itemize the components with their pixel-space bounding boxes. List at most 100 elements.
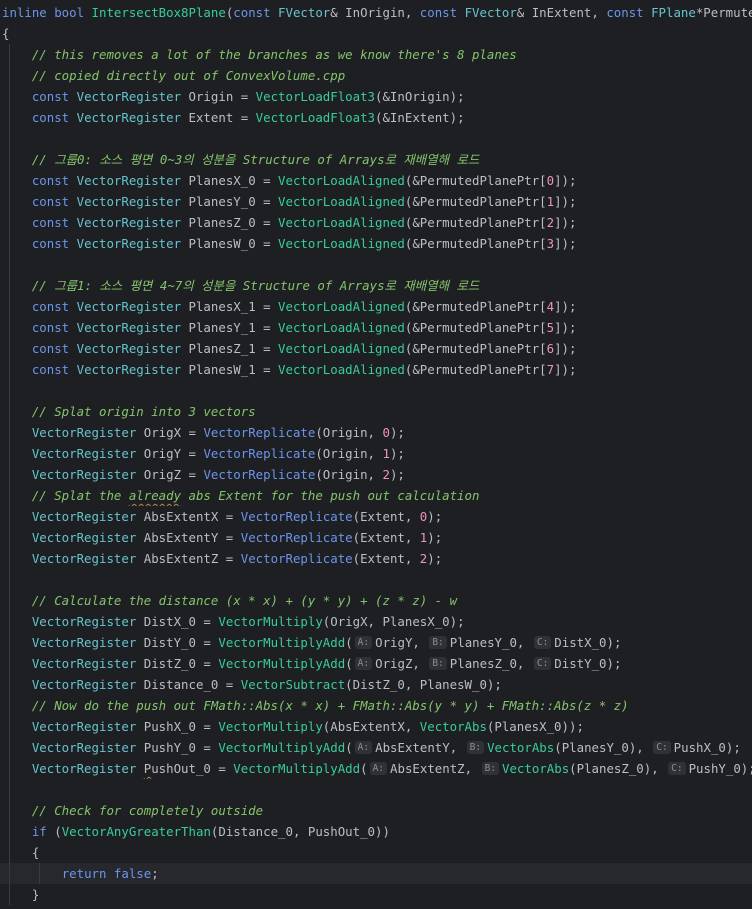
code-line[interactable]: const VectorRegister Origin = VectorLoad… (0, 86, 752, 107)
code-line[interactable] (0, 128, 752, 149)
code-token: VectorRegister (31, 740, 144, 755)
code-line-content: VectorRegister DistZ_0 = VectorMultiplyA… (2, 653, 622, 674)
code-token: (Origin, (315, 425, 383, 440)
code-line[interactable]: const VectorRegister PlanesX_1 = VectorL… (0, 296, 752, 317)
code-line[interactable]: VectorRegister DistX_0 = VectorMultiply(… (0, 611, 752, 632)
code-token: VectorRegister (76, 299, 189, 314)
code-token: ]); (554, 362, 577, 377)
code-line[interactable]: const VectorRegister PlanesW_0 = VectorL… (0, 233, 752, 254)
code-line[interactable]: VectorRegister PushY_0 = VectorMultiplyA… (0, 737, 752, 758)
code-line[interactable]: VectorRegister OrigZ = VectorReplicate(O… (0, 464, 752, 485)
code-token: & InExtent, (516, 5, 607, 20)
code-token: & InOrigin, (330, 5, 420, 20)
indent-guide (9, 821, 10, 842)
code-line[interactable]: const VectorRegister PlanesY_0 = VectorL… (0, 191, 752, 212)
code-token: (DistZ_0, PlanesW_0); (345, 677, 502, 692)
code-token: VectorMultiply (218, 614, 323, 629)
code-line[interactable]: VectorRegister PushX_0 = VectorMultiply(… (0, 716, 752, 737)
code-token: VectorMultiplyAdd (233, 761, 361, 776)
code-line[interactable]: } (0, 884, 752, 905)
code-token: (AbsExtentX, (322, 719, 420, 734)
code-token: VectorRegister (31, 425, 144, 440)
code-line[interactable]: VectorRegister OrigY = VectorReplicate(O… (0, 443, 752, 464)
code-token: VectorLoadAligned (278, 236, 405, 251)
code-line[interactable]: VectorRegister DistY_0 = VectorMultiplyA… (0, 632, 752, 653)
indent-guide (9, 296, 10, 317)
code-token: // 그룹0: 소스 평면 0~3의 성분을 Structure of Arra… (31, 152, 480, 167)
spelling-warning: already (128, 488, 182, 503)
indent-guide (9, 44, 10, 65)
code-line[interactable]: const VectorRegister PlanesW_1 = VectorL… (0, 359, 752, 380)
code-token: abs Extent for the push out calculation (181, 488, 480, 503)
code-line[interactable]: // this removes a lot of the branches as… (0, 44, 752, 65)
code-line[interactable]: VectorRegister Distance_0 = VectorSubtra… (0, 674, 752, 695)
code-line[interactable]: VectorRegister PushOut_0 = VectorMultipl… (0, 758, 752, 779)
code-token: FVector (464, 5, 517, 20)
indent-guide (9, 401, 10, 422)
code-line[interactable]: // Splat the already abs Extent for the … (0, 485, 752, 506)
code-token: const (31, 173, 77, 188)
code-line[interactable]: // copied directly out of ConvexVolume.c… (0, 65, 752, 86)
code-line[interactable]: // 그룹0: 소스 평면 0~3의 성분을 Structure of Arra… (0, 149, 752, 170)
indent-guide (9, 359, 10, 380)
code-line[interactable] (0, 254, 752, 275)
code-line[interactable]: return false; (0, 863, 752, 884)
code-line-content: // this removes a lot of the branches as… (2, 44, 517, 65)
code-token: Distance_0 = (143, 677, 241, 692)
code-line[interactable]: VectorRegister AbsExtentX = VectorReplic… (0, 506, 752, 527)
code-line[interactable]: VectorRegister OrigX = VectorReplicate(O… (0, 422, 752, 443)
code-token: AbsExtentX = (143, 509, 241, 524)
code-line[interactable]: // Check for completely outside (0, 800, 752, 821)
code-line[interactable]: const VectorRegister Extent = VectorLoad… (0, 107, 752, 128)
indent-guide (9, 527, 10, 548)
parameter-hint: C: (533, 636, 552, 649)
code-token: ; (151, 866, 159, 881)
code-line[interactable]: // Now do the push out FMath::Abs(x * x)… (0, 695, 752, 716)
code-line-content: const VectorRegister PlanesZ_0 = VectorL… (2, 212, 577, 233)
code-token: VectorRegister (31, 509, 144, 524)
code-line[interactable] (0, 380, 752, 401)
code-token: PlanesZ_0 = (188, 215, 279, 230)
code-token: ( (345, 656, 353, 671)
code-line[interactable]: // 그룹1: 소스 평면 4~7의 성분을 Structure of Arra… (0, 275, 752, 296)
code-line[interactable]: VectorRegister AbsExtentZ = VectorReplic… (0, 548, 752, 569)
code-line[interactable]: const VectorRegister PlanesX_0 = VectorL… (0, 170, 752, 191)
code-editor[interactable]: inline bool IntersectBox8Plane (const FVe… (0, 0, 752, 909)
code-line[interactable]: const VectorRegister PlanesY_1 = VectorL… (0, 317, 752, 338)
code-line[interactable]: VectorRegister AbsExtentY = VectorReplic… (0, 527, 752, 548)
code-token: VectorReplicate (240, 530, 353, 545)
code-token: ( (54, 824, 62, 839)
code-token: VectorRegister (31, 446, 144, 461)
code-token: 2 (382, 467, 390, 482)
code-line[interactable]: if (VectorAnyGreaterThan(Distance_0, Pus… (0, 821, 752, 842)
code-line[interactable] (0, 779, 752, 800)
code-token: // Splat the (31, 488, 129, 503)
code-line-content: const VectorRegister Origin = VectorLoad… (2, 86, 465, 107)
code-token: (Origin, (315, 446, 383, 461)
code-line[interactable]: { (0, 23, 752, 44)
code-line[interactable] (0, 569, 752, 590)
code-line-content: VectorRegister Distance_0 = VectorSubtra… (2, 674, 502, 695)
code-line[interactable]: const VectorRegister PlanesZ_0 = VectorL… (0, 212, 752, 233)
code-line[interactable]: const VectorRegister PlanesZ_1 = VectorL… (0, 338, 752, 359)
indent-guide (9, 275, 10, 296)
code-line[interactable]: // Calculate the distance (x * x) + (y *… (0, 590, 752, 611)
indent-guide (9, 695, 10, 716)
code-token: PlanesW_0 = (188, 236, 279, 251)
code-line[interactable]: // Splat origin into 3 vectors (0, 401, 752, 422)
parameter-hint: C: (653, 741, 671, 754)
code-token: const (31, 215, 77, 230)
code-token: PlanesX_1 = (188, 299, 279, 314)
indent-guide (9, 254, 10, 275)
code-token: 1 (546, 194, 555, 209)
code-token: ushOut_0 = (151, 761, 234, 776)
code-line[interactable]: VectorRegister DistZ_0 = VectorMultiplyA… (0, 653, 752, 674)
indent-guide (9, 233, 10, 254)
code-line-content (2, 779, 32, 800)
code-token: ( (345, 740, 353, 755)
code-token: VectorLoadAligned (278, 362, 405, 377)
code-line[interactable]: inline bool IntersectBox8Plane(const FVe… (0, 2, 752, 23)
code-line-content: if (VectorAnyGreaterThan(Distance_0, Pus… (2, 821, 390, 842)
code-token: (Extent, (352, 509, 420, 524)
code-line[interactable]: { (0, 842, 752, 863)
